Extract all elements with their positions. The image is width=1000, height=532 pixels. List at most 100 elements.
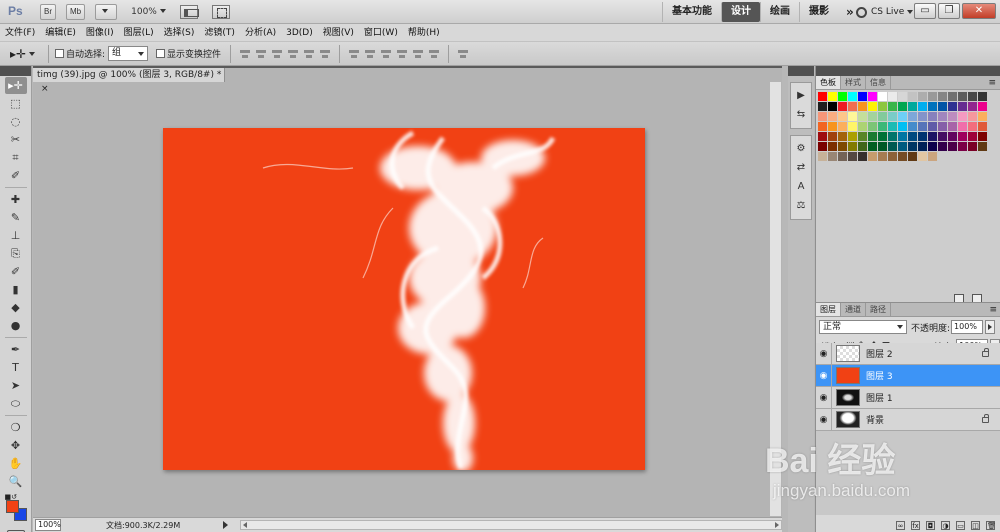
actions-panel-icon[interactable]: ▶ — [793, 88, 809, 104]
layer-row[interactable]: ◉ 图层 1 — [816, 386, 1000, 409]
menu-help[interactable]: 帮助(H) — [403, 24, 445, 42]
pen-tool-icon[interactable]: ✒ — [5, 341, 27, 358]
color-swatch[interactable] — [928, 132, 937, 141]
color-swatch[interactable] — [828, 102, 837, 111]
color-swatch[interactable] — [838, 92, 847, 101]
color-swatch[interactable] — [978, 142, 987, 151]
color-swatch[interactable] — [938, 122, 947, 131]
color-swatch[interactable] — [928, 92, 937, 101]
layer-row[interactable]: ◉ 图层 2 — [816, 342, 1000, 365]
color-swatch[interactable] — [948, 102, 957, 111]
color-swatch[interactable] — [888, 122, 897, 131]
color-swatch[interactable] — [858, 142, 867, 151]
color-swatch[interactable] — [938, 142, 947, 151]
adjustment-layer-icon[interactable]: ◑ — [941, 521, 950, 530]
layer-row[interactable]: ◉ 图层 3 — [816, 364, 1000, 387]
color-swatch[interactable] — [908, 92, 917, 101]
color-swatch[interactable] — [938, 132, 947, 141]
color-swatch[interactable] — [898, 132, 907, 141]
history-panel-icon[interactable]: ⇆ — [793, 107, 809, 123]
align-vertical-center-icon[interactable] — [255, 48, 267, 60]
blur-tool-icon[interactable]: ◆ — [5, 299, 27, 316]
type-tool-icon[interactable]: T — [5, 359, 27, 376]
add-mask-icon[interactable]: ◘ — [926, 521, 935, 530]
color-swatch[interactable] — [898, 152, 907, 161]
horizontal-scrollbar[interactable] — [239, 520, 782, 530]
eyedropper-tool-icon[interactable]: ✐ — [5, 167, 27, 184]
align-right-icon[interactable] — [319, 48, 331, 60]
color-swatch[interactable] — [898, 92, 907, 101]
color-swatch[interactable] — [958, 132, 967, 141]
color-swatch[interactable] — [818, 132, 827, 141]
color-swatch[interactable] — [858, 132, 867, 141]
color-swatch[interactable] — [818, 92, 827, 101]
eye-icon[interactable]: ◉ — [816, 408, 832, 431]
color-swatch[interactable] — [898, 102, 907, 111]
color-swatch[interactable] — [938, 102, 947, 111]
panel-menu-icon[interactable]: ≡ — [989, 303, 997, 316]
color-swatch[interactable] — [878, 92, 887, 101]
toolbox-header[interactable] — [0, 66, 31, 76]
color-swatch[interactable] — [868, 132, 877, 141]
distribute-bottom-icon[interactable] — [380, 48, 392, 60]
shape-tool-icon[interactable]: ⬭ — [5, 395, 27, 412]
gradient-tool-icon[interactable]: ▮ — [5, 281, 27, 298]
close-icon[interactable]: × — [41, 84, 49, 94]
color-swatch[interactable] — [898, 122, 907, 131]
color-swatch[interactable] — [898, 142, 907, 151]
color-swatch[interactable] — [918, 112, 927, 121]
color-swatch[interactable] — [978, 122, 987, 131]
color-swatch[interactable] — [848, 92, 857, 101]
close-button[interactable]: ✕ — [962, 3, 996, 19]
image-canvas[interactable] — [163, 128, 645, 470]
color-swatch[interactable] — [978, 102, 987, 111]
color-swatch[interactable] — [858, 102, 867, 111]
eye-icon[interactable]: ◉ — [816, 342, 832, 365]
color-swatch[interactable] — [958, 122, 967, 131]
layer-row[interactable]: ◉ 背景 — [816, 408, 1000, 431]
color-swatch[interactable] — [838, 142, 847, 151]
color-swatch[interactable] — [888, 132, 897, 141]
zoom-input[interactable]: 100% — [35, 519, 61, 531]
menu-window[interactable]: 窗口(W) — [359, 24, 403, 42]
menu-file[interactable]: 文件(F) — [0, 24, 40, 42]
color-swatch[interactable] — [928, 142, 937, 151]
eraser-tool-icon[interactable]: ✐ — [5, 263, 27, 280]
character-panel-icon[interactable]: A — [793, 179, 809, 195]
color-swatch[interactable] — [888, 92, 897, 101]
color-swatch[interactable] — [868, 112, 877, 121]
color-swatch[interactable] — [968, 92, 977, 101]
color-swatch[interactable] — [888, 102, 897, 111]
align-left-icon[interactable] — [287, 48, 299, 60]
color-swatch[interactable] — [968, 102, 977, 111]
color-swatch[interactable] — [888, 112, 897, 121]
color-swatch[interactable] — [908, 122, 917, 131]
mini-bridge-button[interactable]: Mb — [66, 3, 86, 20]
panels-header[interactable] — [816, 66, 1000, 76]
foreground-color-swatch[interactable] — [5, 500, 19, 513]
color-swatch[interactable] — [868, 92, 877, 101]
color-swatch[interactable] — [828, 122, 837, 131]
color-swatch[interactable] — [938, 112, 947, 121]
color-swatch[interactable] — [948, 92, 957, 101]
color-swatch[interactable] — [908, 102, 917, 111]
color-swatch[interactable] — [928, 102, 937, 111]
color-swatch[interactable] — [918, 102, 927, 111]
color-swatch[interactable] — [838, 152, 847, 161]
color-swatch[interactable] — [878, 112, 887, 121]
color-swatch[interactable] — [938, 92, 947, 101]
color-swatch[interactable] — [948, 132, 957, 141]
clone-stamp-tool-icon[interactable]: ⊥ — [5, 227, 27, 244]
color-swatch[interactable] — [868, 152, 877, 161]
color-swatch[interactable] — [818, 152, 827, 161]
zoom-tool-icon[interactable]: 🔍 — [5, 473, 27, 490]
screen-mode-icon[interactable] — [211, 4, 230, 19]
tool-preset-picker[interactable]: ▸✛ — [10, 45, 42, 63]
crop-tool-icon[interactable]: ⌗ — [5, 149, 27, 166]
color-swatch[interactable] — [918, 132, 927, 141]
color-swatch[interactable] — [868, 122, 877, 131]
workspace-photography[interactable]: 摄影 — [799, 2, 838, 22]
color-swatch[interactable] — [958, 112, 967, 121]
color-swatch[interactable] — [878, 152, 887, 161]
color-swatch[interactable] — [968, 142, 977, 151]
